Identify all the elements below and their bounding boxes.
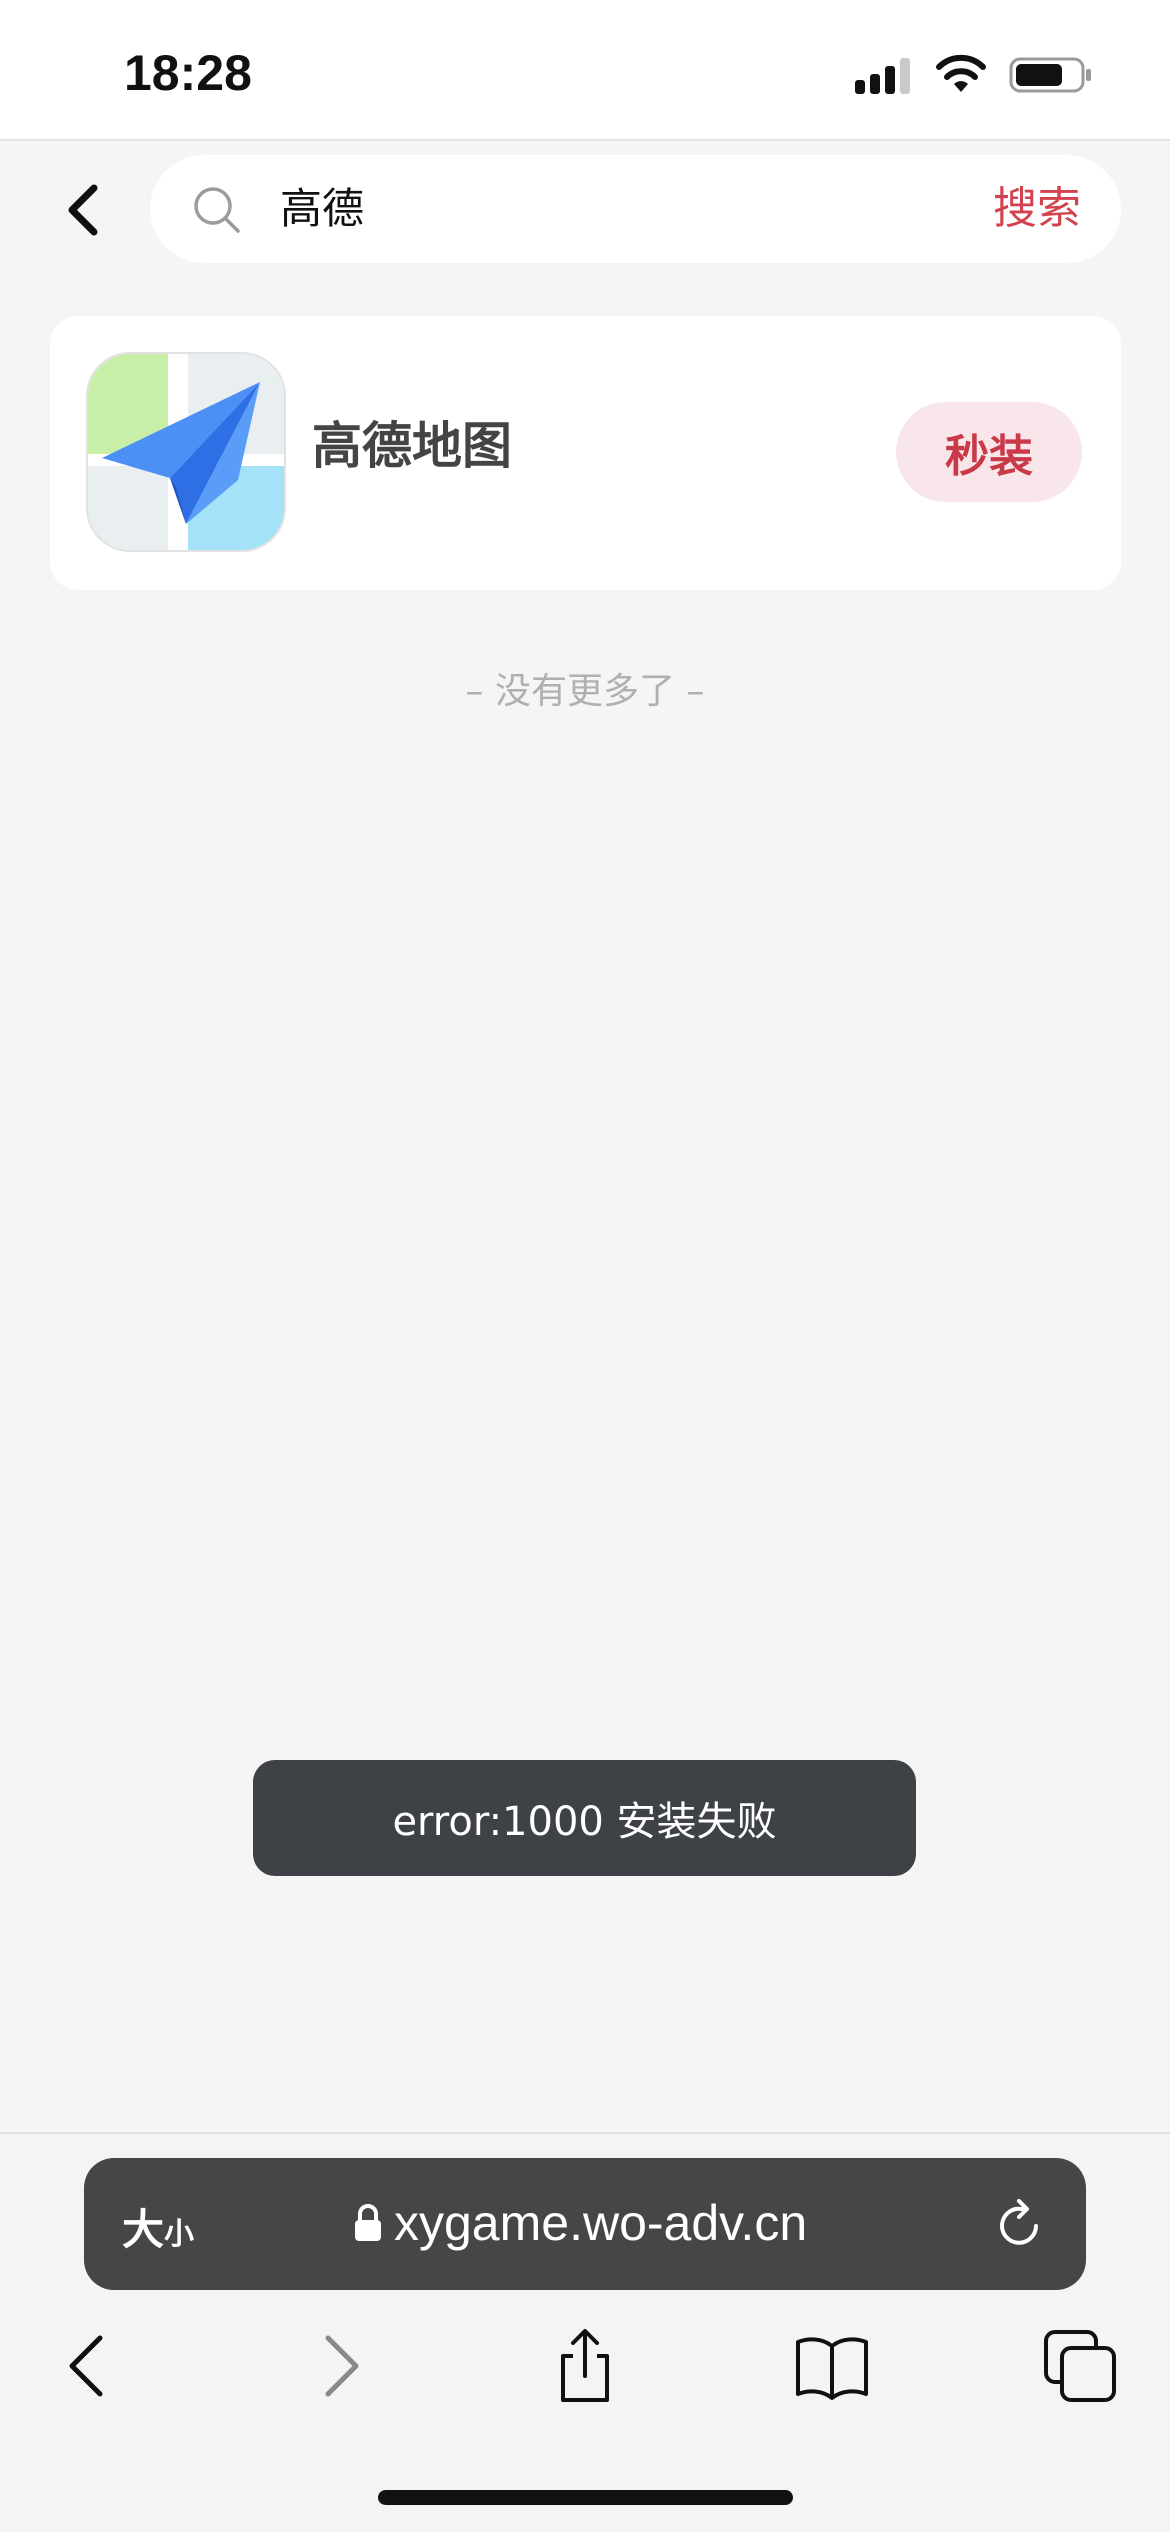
install-button[interactable]: 秒装 — [896, 402, 1082, 502]
text-size-label-small: 小 — [164, 2217, 195, 2252]
reload-icon[interactable] — [992, 2196, 1048, 2252]
text-size-label-big: 大 — [122, 2205, 165, 2254]
back-button[interactable] — [60, 180, 104, 240]
error-toast: error:1000 安装失败 — [253, 1760, 916, 1876]
browser-bottom-bar: 大小 xygame.wo-adv.cn — [0, 2132, 1170, 2532]
browser-forward-icon[interactable] — [300, 2326, 380, 2406]
share-icon[interactable] — [545, 2326, 625, 2406]
status-icons — [855, 52, 1095, 102]
battery-icon — [1009, 57, 1091, 93]
gaode-map-app-icon[interactable] — [86, 352, 286, 552]
search-input[interactable]: 高德 — [280, 179, 880, 239]
search-button[interactable]: 搜索 — [993, 179, 1081, 239]
tabs-icon[interactable] — [1040, 2326, 1120, 2406]
url-text: xygame.wo-adv.cn — [394, 2195, 808, 2251]
search-icon — [194, 187, 240, 233]
cellular-signal-icon — [855, 58, 913, 94]
status-bar: 18:28 — [0, 0, 1170, 141]
lock-icon — [355, 2204, 381, 2241]
browser-back-icon[interactable] — [48, 2326, 128, 2406]
list-end-text: – 没有更多了 – — [465, 671, 705, 712]
status-time: 18:28 — [124, 45, 252, 101]
text-size-button[interactable]: 大小 — [122, 2196, 194, 2257]
toast-message: error:1000 安装失败 — [392, 1799, 777, 1845]
home-indicator — [378, 2490, 793, 2505]
address-bar[interactable]: 大小 xygame.wo-adv.cn — [84, 2158, 1086, 2290]
search-box[interactable]: 高德 搜索 — [150, 155, 1121, 263]
bookmarks-icon[interactable] — [792, 2326, 872, 2406]
wifi-icon — [936, 54, 986, 92]
result-card[interactable]: 高德地图 秒装 — [50, 316, 1121, 590]
app-name: 高德地图 — [312, 417, 512, 475]
url-field[interactable]: xygame.wo-adv.cn — [354, 2188, 807, 2258]
